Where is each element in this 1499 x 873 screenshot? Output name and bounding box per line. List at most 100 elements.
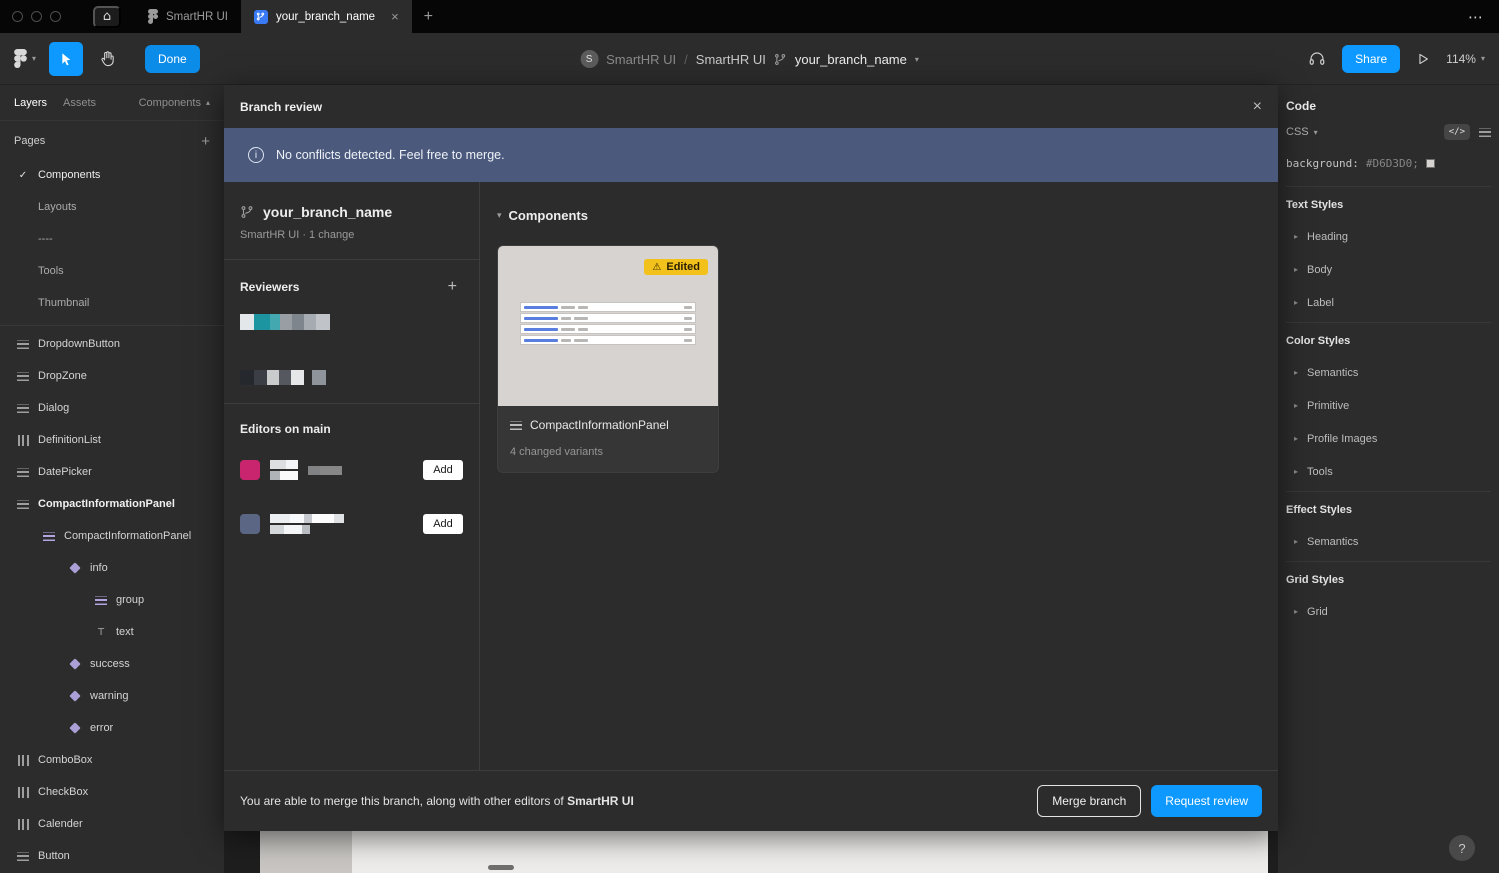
layer-row[interactable]: group <box>0 584 224 616</box>
tab-layers[interactable]: Layers <box>14 97 47 109</box>
add-editor-button[interactable]: Add <box>423 460 463 480</box>
breadcrumb-team[interactable]: SmartHR UI <box>606 52 676 67</box>
tab-assets[interactable]: Assets <box>63 97 96 109</box>
layer-row[interactable]: ComboBox <box>0 744 224 776</box>
style-item[interactable]: ▸Body <box>1286 253 1491 286</box>
layer-row[interactable]: info <box>0 552 224 584</box>
variant-diamond-icon <box>69 690 80 701</box>
chevron-down-icon: ▾ <box>32 54 36 63</box>
breadcrumb-separator: / <box>684 52 688 67</box>
layer-row[interactable]: Dialog <box>0 392 224 424</box>
chevron-right-icon: ▸ <box>1294 401 1298 410</box>
style-item[interactable]: ▸Profile Images <box>1286 422 1491 455</box>
effect-styles-section: Effect Styles ▸Semantics <box>1286 491 1491 561</box>
canvas-image-block <box>260 830 352 873</box>
share-button[interactable]: Share <box>1342 45 1400 73</box>
chevron-down-icon[interactable]: ▾ <box>915 55 919 64</box>
style-item[interactable]: ▸Semantics <box>1286 356 1491 389</box>
close-button[interactable]: × <box>1253 98 1262 116</box>
code-language[interactable]: CSS <box>1286 126 1309 138</box>
page-item-components[interactable]: ✓ Components <box>0 159 224 191</box>
columns-icon <box>18 819 29 830</box>
horizontal-scrollbar[interactable] <box>488 865 514 870</box>
columns-icon <box>18 755 29 766</box>
window-zoom-button[interactable] <box>50 11 61 22</box>
layer-label: Dialog <box>38 402 69 414</box>
layer-row[interactable]: CheckBox <box>0 776 224 808</box>
layer-row[interactable]: error <box>0 712 224 744</box>
chevron-down-icon: ▾ <box>1314 128 1318 137</box>
layer-row[interactable]: DatePicker <box>0 456 224 488</box>
home-button[interactable]: ⌂ <box>93 6 121 28</box>
layer-row[interactable]: CompactInformationPanel <box>0 488 224 520</box>
layer-row[interactable]: Button <box>0 840 224 872</box>
component-icon <box>43 532 55 541</box>
style-label: Tools <box>1307 466 1333 478</box>
layer-row[interactable]: Calender <box>0 808 224 840</box>
panel-tabs: Layers Assets Components ▴ <box>0 85 224 121</box>
page-label: Layouts <box>38 201 77 213</box>
components-section-title: Components <box>509 208 588 223</box>
editors-on-main-header: Editors on main <box>240 422 331 436</box>
close-tab-icon[interactable]: × <box>391 9 399 24</box>
move-tool-button[interactable] <box>49 42 83 76</box>
add-reviewer-button[interactable]: + <box>448 278 457 296</box>
style-item[interactable]: ▸Primitive <box>1286 389 1491 422</box>
layer-label: DropZone <box>38 370 87 382</box>
edited-badge-label: Edited <box>666 261 700 273</box>
code-language-row: CSS ▾ </> <box>1286 115 1491 149</box>
tab-label: your_branch_name <box>276 11 375 23</box>
breadcrumb-branch[interactable]: your_branch_name <box>795 52 907 67</box>
request-review-button[interactable]: Request review <box>1151 785 1262 817</box>
list-icon <box>17 404 29 413</box>
branch-review-modal: Branch review × i No conflicts detected.… <box>224 85 1278 831</box>
chevron-right-icon: ▸ <box>1294 607 1298 616</box>
layer-row[interactable]: success <box>0 648 224 680</box>
page-item-layouts[interactable]: Layouts <box>0 191 224 223</box>
overflow-menu-button[interactable]: ⋯ <box>1468 8 1499 26</box>
redacted-editor-meta <box>308 466 342 475</box>
page-item-thumbnail[interactable]: Thumbnail <box>0 287 224 319</box>
layer-row[interactable]: Ttext <box>0 616 224 648</box>
components-section-header[interactable]: ▾ Components <box>497 208 1262 223</box>
window-minimize-button[interactable] <box>31 11 42 22</box>
layer-row[interactable]: DropZone <box>0 360 224 392</box>
zoom-menu[interactable]: 114% ▾ <box>1446 52 1485 66</box>
present-button[interactable] <box>1416 52 1430 66</box>
style-item[interactable]: ▸Grid <box>1286 595 1491 628</box>
hand-tool-button[interactable] <box>90 42 124 76</box>
style-item[interactable]: ▸Tools <box>1286 455 1491 488</box>
file-tab-smarthr-ui[interactable]: SmartHR UI <box>135 0 241 33</box>
tab-components-label: Components <box>139 97 201 109</box>
canvas-page-sheet <box>260 830 1268 873</box>
window-controls <box>0 11 71 22</box>
page-item-tools[interactable]: Tools <box>0 255 224 287</box>
layer-row[interactable]: CompactInformationPanel <box>0 520 224 552</box>
merge-branch-button[interactable]: Merge branch <box>1037 785 1141 817</box>
help-button[interactable]: ? <box>1449 835 1475 861</box>
grid-styles-section: Grid Styles ▸Grid <box>1286 561 1491 631</box>
main-menu-button[interactable]: ▾ <box>8 45 42 72</box>
play-icon <box>1416 52 1430 66</box>
table-view-toggle-button[interactable] <box>1479 128 1491 137</box>
style-item[interactable]: ▸Heading <box>1286 220 1491 253</box>
layer-row[interactable]: warning <box>0 680 224 712</box>
page-item-dashes[interactable]: ---- <box>0 223 224 255</box>
layer-row[interactable]: DefinitionList <box>0 424 224 456</box>
redacted-reviewer-row <box>240 370 463 385</box>
window-close-button[interactable] <box>12 11 23 22</box>
style-item[interactable]: ▸Label <box>1286 286 1491 319</box>
tab-components[interactable]: Components ▴ <box>139 97 210 109</box>
done-button[interactable]: Done <box>145 45 200 73</box>
breadcrumb-file[interactable]: SmartHR UI <box>696 52 766 67</box>
code-view-toggle-button[interactable]: </> <box>1444 124 1470 140</box>
new-tab-button[interactable]: + <box>424 8 433 26</box>
changed-component-card[interactable]: ⚠ Edited CompactInforma <box>497 245 719 473</box>
add-editor-button[interactable]: Add <box>423 514 463 534</box>
add-page-button[interactable]: + <box>201 133 210 150</box>
style-item[interactable]: ▸Semantics <box>1286 525 1491 558</box>
layer-label: Calender <box>38 818 83 830</box>
layer-row[interactable]: DropdownButton <box>0 328 224 360</box>
audio-huddle-button[interactable] <box>1308 50 1326 68</box>
file-tab-branch[interactable]: your_branch_name × <box>241 0 412 33</box>
